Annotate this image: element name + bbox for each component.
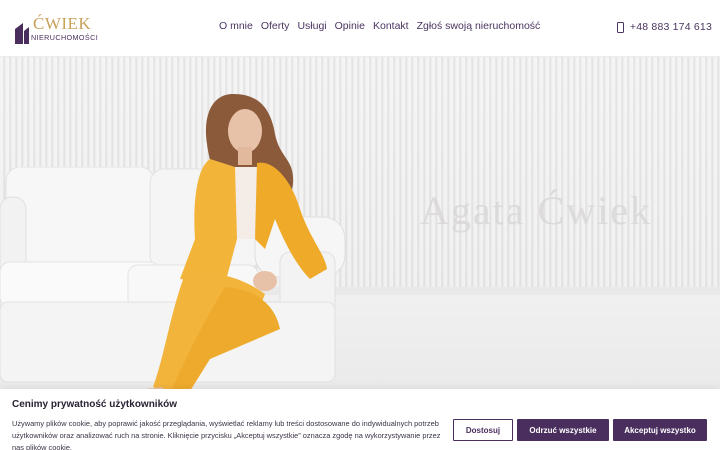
- nav-item-zglos-nieruchomosc[interactable]: Zgłoś swoją nieruchomość: [417, 20, 541, 32]
- nav-item-oferty[interactable]: Oferty: [261, 20, 290, 32]
- main-nav: O mnie Oferty Usługi Opinie Kontakt Zgło…: [219, 20, 548, 32]
- cookie-reject-all-button[interactable]: Odrzuć wszystkie: [517, 419, 609, 441]
- house-logo-icon: [15, 22, 29, 44]
- nav-item-opinie[interactable]: Opinie: [335, 20, 365, 32]
- site-header: ĆWIEK NIERUCHOMOŚCI O mnie Oferty Usługi…: [0, 0, 720, 57]
- woman-in-yellow-suit-illustration: [140, 94, 327, 419]
- cookie-title: Cenimy prywatność użytkowników: [12, 399, 178, 410]
- smartphone-icon: [616, 21, 624, 33]
- brand-name: ĆWIEK: [33, 14, 92, 33]
- cookie-description: Używamy plików cookie, aby poprawić jako…: [12, 419, 441, 450]
- brand-logo[interactable]: ĆWIEK NIERUCHOMOŚCI: [15, 14, 103, 44]
- phone-link[interactable]: +48 883 174 613: [616, 21, 712, 33]
- cookie-customize-button[interactable]: Dostosuj: [453, 419, 513, 441]
- nav-item-uslugi[interactable]: Usługi: [297, 20, 326, 32]
- phone-number: +48 883 174 613: [629, 21, 712, 33]
- brand-subtitle: NIERUCHOMOŚCI: [31, 33, 99, 42]
- cookie-consent-banner: Cenimy prywatność użytkowników Używamy p…: [0, 389, 720, 450]
- cookie-accept-all-button[interactable]: Akceptuj wszystko: [613, 419, 707, 441]
- nav-item-o-mnie[interactable]: O mnie: [219, 20, 253, 32]
- nav-item-kontakt[interactable]: Kontakt: [373, 20, 409, 32]
- hero-watermark: Agata Ćwiek: [420, 188, 652, 233]
